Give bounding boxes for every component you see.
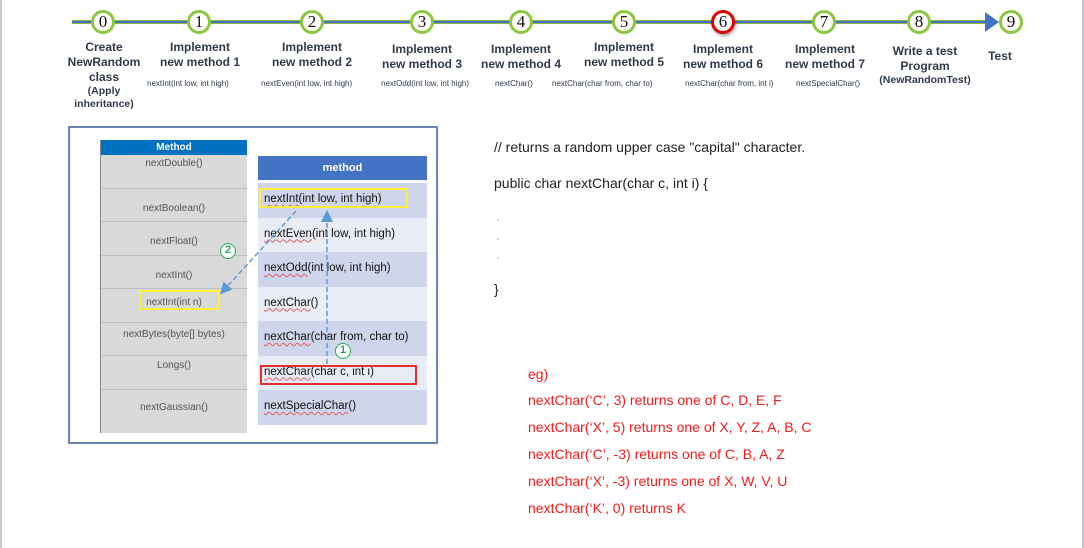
method-params: (int low, int high) xyxy=(307,262,391,274)
random-table-row: nextBoolean() xyxy=(101,189,247,222)
step-6-method: nextChar(char from, int i) xyxy=(685,79,774,88)
step-0-line: class xyxy=(88,70,120,84)
code-comment: // returns a random upper case "capital"… xyxy=(494,139,806,155)
inheritance-diagram: Method nextDouble() nextBoolean() nextFl… xyxy=(68,126,438,444)
step-0-label: Create NewRandom class (Apply inheritanc… xyxy=(58,40,150,111)
step-1-line: new method 1 xyxy=(159,55,240,69)
step-4-circle: 4 xyxy=(509,10,533,34)
newrandom-table-row: nextChar() xyxy=(258,286,427,321)
step-7-line: Implement xyxy=(794,42,855,56)
step-1-label: Implement new method 1 xyxy=(150,40,250,70)
examples-heading: eg) xyxy=(528,366,549,382)
step-7-circle: 7 xyxy=(812,10,836,34)
method-name: nextEven xyxy=(264,227,312,240)
newrandom-table-row: nextSpecialChar() xyxy=(258,390,427,425)
random-table-row: nextDouble() xyxy=(101,155,247,189)
random-table-row: nextInt() xyxy=(101,256,247,289)
step-2-line: Implement xyxy=(281,40,342,54)
step-1-line: Implement xyxy=(169,40,230,54)
example-line: nextChar(‘X’, -3) returns one of X, W, V… xyxy=(528,473,788,489)
step-8-line: (NewRandomTest) xyxy=(879,74,971,86)
code-close-brace: } xyxy=(494,281,499,297)
step-8-circle: 8 xyxy=(907,10,931,34)
newrandom-table-row: nextOdd(int low, int high) xyxy=(258,252,427,287)
step-9-label: Test xyxy=(980,49,1020,64)
code-ellipsis: . xyxy=(496,248,500,262)
step-7-line: new method 7 xyxy=(784,57,865,71)
step-6-circle-current: 6 xyxy=(711,10,735,34)
highlight-nextchar-c-i xyxy=(260,365,417,385)
step-9-line: Test xyxy=(988,49,1012,63)
step-0-note: inheritance) xyxy=(74,98,134,110)
step-0-line: Create xyxy=(85,40,123,54)
random-methods-table: Method nextDouble() nextBoolean() nextFl… xyxy=(100,140,247,433)
step-4-method: nextChar() xyxy=(495,79,533,88)
method-params: (int low, int high) xyxy=(311,227,396,240)
step-4-line: new method 4 xyxy=(480,57,561,71)
code-signature: public char nextChar(char c, int i) { xyxy=(494,175,708,191)
example-line: nextChar(‘K’, 0) returns K xyxy=(528,500,686,516)
step-4-label: Implement new method 4 xyxy=(471,42,571,72)
highlight-nextint-n xyxy=(139,290,220,310)
random-table-row: Longs() xyxy=(101,356,247,390)
step-1-method: nextInt(int low, int high) xyxy=(147,79,229,88)
method-params: () xyxy=(348,400,357,412)
step-5-line: Implement xyxy=(593,40,654,54)
step-1-circle: 1 xyxy=(187,10,211,34)
step-6-label: Implement new method 6 xyxy=(673,42,773,72)
step-8-label: Write a test Program (NewRandomTest) xyxy=(870,44,980,87)
step-2-method: nextEven(int low, int high) xyxy=(261,79,353,88)
method-params: (char from, char to) xyxy=(310,331,409,343)
method-name: nextOdd xyxy=(264,262,308,274)
step-4-line: Implement xyxy=(490,42,551,56)
step-0-line: NewRandom xyxy=(67,55,141,69)
step-8-line: Write a test xyxy=(892,44,958,58)
step-5-method: nextChar(char from, char to) xyxy=(552,79,653,88)
step-2-label: Implement new method 2 xyxy=(262,40,362,70)
method-name: nextChar xyxy=(264,296,311,309)
method-name: nextChar xyxy=(264,331,311,343)
step-5-line: new method 5 xyxy=(583,55,664,69)
step-5-label: Implement new method 5 xyxy=(574,40,674,70)
newrandom-table-row: nextEven(int low, int high) xyxy=(258,217,427,252)
method-params: () xyxy=(310,296,319,309)
example-line: nextChar(‘C’, 3) returns one of C, D, E,… xyxy=(528,392,782,408)
step-3-label: Implement new method 3 xyxy=(372,42,472,72)
step-7-label: Implement new method 7 xyxy=(775,42,875,72)
step-6-line: new method 6 xyxy=(682,57,763,71)
step-9-circle: 9 xyxy=(999,10,1023,34)
code-ellipsis: . xyxy=(496,210,500,224)
step-0-circle: 0 xyxy=(91,10,115,34)
random-table-row: nextBytes(byte[] bytes) xyxy=(101,323,247,356)
newrandom-table-header: method xyxy=(258,156,427,180)
highlight-nextint-low-high xyxy=(259,188,408,208)
step-5-circle: 5 xyxy=(612,10,636,34)
step-badge-2: 2 xyxy=(220,243,236,259)
step-3-line: Implement xyxy=(391,42,452,56)
step-8-line: Program xyxy=(900,59,950,73)
step-3-circle: 3 xyxy=(410,10,434,34)
step-2-circle: 2 xyxy=(300,10,324,34)
example-line: nextChar(‘C’, -3) returns one of C, B, A… xyxy=(528,446,785,462)
method-name: nextSpecialChar xyxy=(264,400,349,412)
step-6-line: Implement xyxy=(692,42,753,56)
step-3-line: new method 3 xyxy=(381,57,462,71)
random-table-row: nextGaussian() xyxy=(140,401,208,413)
step-badge-1: 1 xyxy=(335,343,351,359)
random-table-header: Method xyxy=(101,140,247,155)
step-3-method: nextOdd(int low, int high) xyxy=(381,79,470,88)
code-ellipsis: . xyxy=(496,229,500,243)
timeline-arrow-icon xyxy=(985,12,999,32)
example-line: nextChar(‘X’, 5) returns one of X, Y, Z,… xyxy=(528,419,812,435)
step-0-note: (Apply xyxy=(87,85,121,97)
step-7-method: nextSpecialChar() xyxy=(796,79,861,88)
step-2-line: new method 2 xyxy=(271,55,352,69)
